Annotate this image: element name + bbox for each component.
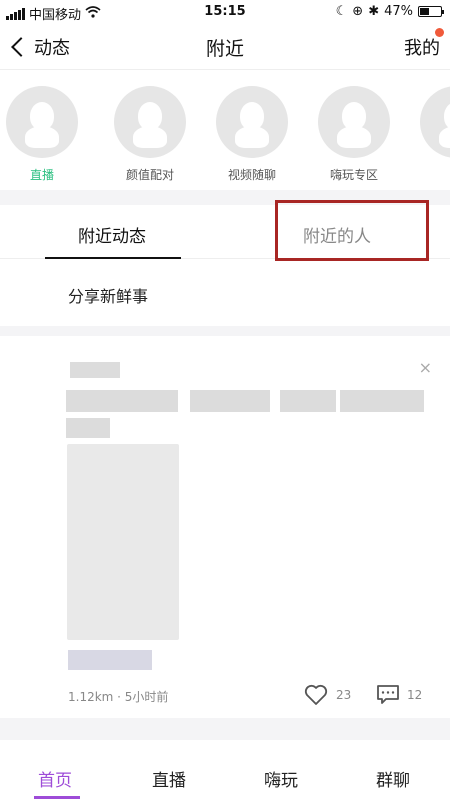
battery-fill [420, 8, 430, 15]
feature-label: 嗨玩专区 [329, 168, 378, 182]
post-meta: 1.12km · 5小时前 [68, 690, 169, 704]
my-label: 我的 [404, 38, 440, 59]
blurred-username [70, 362, 120, 378]
penguin-avatar-icon [6, 86, 78, 158]
comment-icon[interactable] [376, 684, 400, 710]
feature-label: 颜值配对 [125, 168, 174, 182]
close-icon[interactable]: × [419, 358, 432, 377]
penguin-avatar-icon [420, 86, 450, 158]
bottom-tab-home[interactable]: 首页 [38, 766, 72, 791]
status-right: ☾ ⊕ ✱ 47% [335, 4, 444, 19]
bottom-tab-play[interactable]: 嗨玩 [264, 766, 298, 791]
blurred-text [190, 390, 270, 412]
battery-percent: 47% [384, 4, 413, 19]
feature-wolf[interactable]: 狼 [416, 86, 450, 183]
like-count: 23 [336, 688, 352, 702]
rotation-lock-icon: ⊕ [352, 4, 364, 19]
feature-face-match[interactable]: 颜值配对 [110, 86, 190, 183]
bluetooth-icon: ✱ [368, 4, 380, 19]
section-divider [0, 326, 450, 336]
blurred-text [280, 390, 336, 412]
blurred-text [66, 418, 110, 438]
penguin-avatar-icon [216, 86, 288, 158]
moon-icon: ☾ [335, 4, 348, 19]
heart-icon[interactable] [304, 684, 328, 710]
highlight-box [275, 200, 429, 261]
comment-count: 12 [407, 688, 423, 702]
feature-live[interactable]: 直播 [2, 86, 82, 183]
tab-nearby-posts[interactable]: 附近动态 [78, 222, 146, 247]
blurred-text [66, 390, 178, 412]
post-image[interactable] [67, 444, 179, 640]
bottom-tab-indicator [34, 796, 80, 799]
feature-label: 视频随聊 [227, 168, 276, 182]
feature-row: 直播 颜值配对 视频随聊 嗨玩专区 狼 [0, 70, 450, 190]
feature-label: 直播 [29, 168, 54, 182]
bottom-tab-group[interactable]: 群聊 [376, 766, 410, 791]
blurred-text [340, 390, 424, 412]
my-button[interactable]: 我的 [404, 28, 444, 60]
penguin-avatar-icon [318, 86, 390, 158]
share-new-button[interactable]: 分享新鲜事 [68, 283, 148, 307]
section-divider [0, 718, 450, 740]
page-title: 附近 [205, 38, 244, 60]
blurred-tag [68, 650, 152, 670]
status-bar: 中国移动 15:15 ☾ ⊕ ✱ 47% [0, 0, 450, 24]
bottom-tab-bar: 首页 直播 嗨玩 群聊 [0, 740, 450, 800]
post-card[interactable]: × 1.12km · 5小时前 23 12 [0, 336, 450, 718]
feature-play-zone[interactable]: 嗨玩专区 [314, 86, 394, 183]
notification-dot [435, 28, 444, 37]
bottom-tab-live[interactable]: 直播 [152, 766, 186, 791]
battery-icon [418, 6, 444, 17]
penguin-avatar-icon [114, 86, 186, 158]
feature-label: 狼 [416, 166, 450, 183]
tab-active-underline [45, 257, 181, 259]
nav-bar: 动态 附近 我的 [0, 24, 450, 70]
feature-video-chat[interactable]: 视频随聊 [212, 86, 292, 183]
